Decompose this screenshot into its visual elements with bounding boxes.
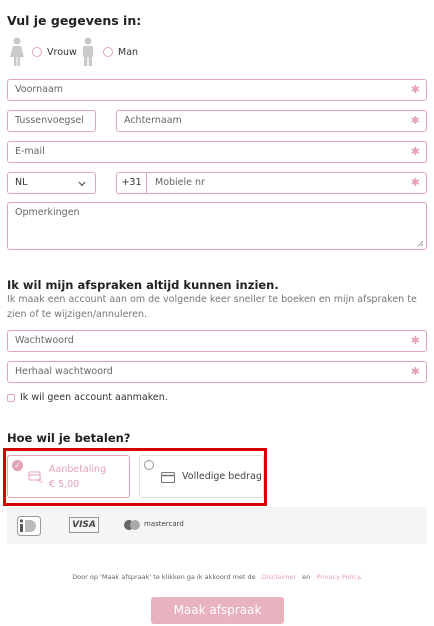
mastercard-logo-icon [124,520,140,530]
account-heading: Ik wil mijn afspraken altijd kunnen inzi… [7,278,279,292]
email-placeholder: E-mail [15,146,45,157]
last-name-placeholder: Achternaam [124,115,182,126]
required-asterisk-icon: ✱ [410,145,420,158]
mastercard-label: mastercard [144,520,184,528]
required-asterisk-icon: ✱ [410,83,420,96]
terms-text: Door op 'Maak afspraak' te klikken ga ik… [0,573,434,581]
terms-suffix: . [359,573,362,581]
required-asterisk-icon: ✱ [410,334,420,347]
selected-check-icon: ✓ [12,460,23,471]
required-asterisk-icon: ✱ [410,365,420,378]
mobile-placeholder: Mobiele nr [155,177,205,188]
chevron-down-icon [78,181,86,187]
country-select-value: NL [15,177,28,188]
deposit-title: Aanbetaling [49,464,107,475]
female-icon [10,37,24,66]
dial-prefix: +31 [117,173,147,193]
password-field[interactable]: Wachtwoord ✱ [7,330,427,352]
payment-heading: Hoe wil je betalen? [7,431,131,445]
no-account-label: Ik wil geen account aanmaken. [20,392,168,403]
terms-prefix: Door op 'Maak afspraak' te klikken ga ik… [72,573,256,581]
ideal-logo-icon [17,516,41,536]
payment-option-deposit[interactable]: ✓ % Aanbetaling € 5,00 [7,455,130,498]
password-repeat-placeholder: Herhaal wachtwoord [15,366,113,377]
privacy-policy-link[interactable]: Privacy Policy [316,573,359,581]
last-name-field[interactable]: Achternaam ✱ [116,110,427,132]
payment-methods-bar: VISA mastercard [7,507,427,544]
no-account-checkbox[interactable] [7,393,15,402]
full-amount-radio[interactable] [144,460,154,470]
terms-and: en [302,573,311,581]
required-asterisk-icon: ✱ [410,176,420,189]
mobile-field[interactable]: +31 Mobiele nr ✱ [116,172,427,194]
prefix-name-placeholder: Tussenvoegsel [15,115,84,126]
gender-label-man: Man [118,46,139,58]
form-heading: Vul je gegevens in: [7,13,142,28]
account-description: Ik maak een account aan om de volgende k… [7,294,417,320]
country-select[interactable]: NL [7,172,96,194]
prefix-name-field[interactable]: Tussenvoegsel [7,110,96,132]
password-repeat-field[interactable]: Herhaal wachtwoord ✱ [7,361,427,383]
full-amount-title: Volledige bedrag [182,471,262,482]
first-name-placeholder: Voornaam [15,84,64,95]
deposit-amount: € 5,00 [49,479,80,490]
disclaimer-link[interactable]: Disclaimer [262,573,296,581]
gender-label-vrouw: Vrouw [47,46,77,58]
password-placeholder: Wachtwoord [15,335,74,346]
card-icon [161,472,175,483]
remarks-placeholder: Opmerkingen [15,207,80,218]
remarks-textarea[interactable]: Opmerkingen [7,202,427,250]
gender-option-man[interactable]: Man [79,37,138,67]
first-name-field[interactable]: Voornaam ✱ [7,79,427,101]
resize-handle-icon[interactable] [417,240,424,247]
male-icon [83,37,93,66]
gender-radio-man[interactable] [103,47,113,57]
visa-logo: VISA [69,517,99,533]
svg-text:%: % [37,478,43,484]
gender-radio-vrouw[interactable] [32,47,42,57]
gender-option-vrouw[interactable]: Vrouw [8,37,77,67]
email-field[interactable]: E-mail ✱ [7,141,427,163]
no-account-option[interactable]: Ik wil geen account aanmaken. [7,392,168,403]
submit-button[interactable]: Maak afspraak [151,597,284,624]
required-asterisk-icon: ✱ [410,114,420,127]
deposit-percent-icon: % [28,471,43,484]
payment-option-full[interactable]: Volledige bedrag [139,455,264,498]
